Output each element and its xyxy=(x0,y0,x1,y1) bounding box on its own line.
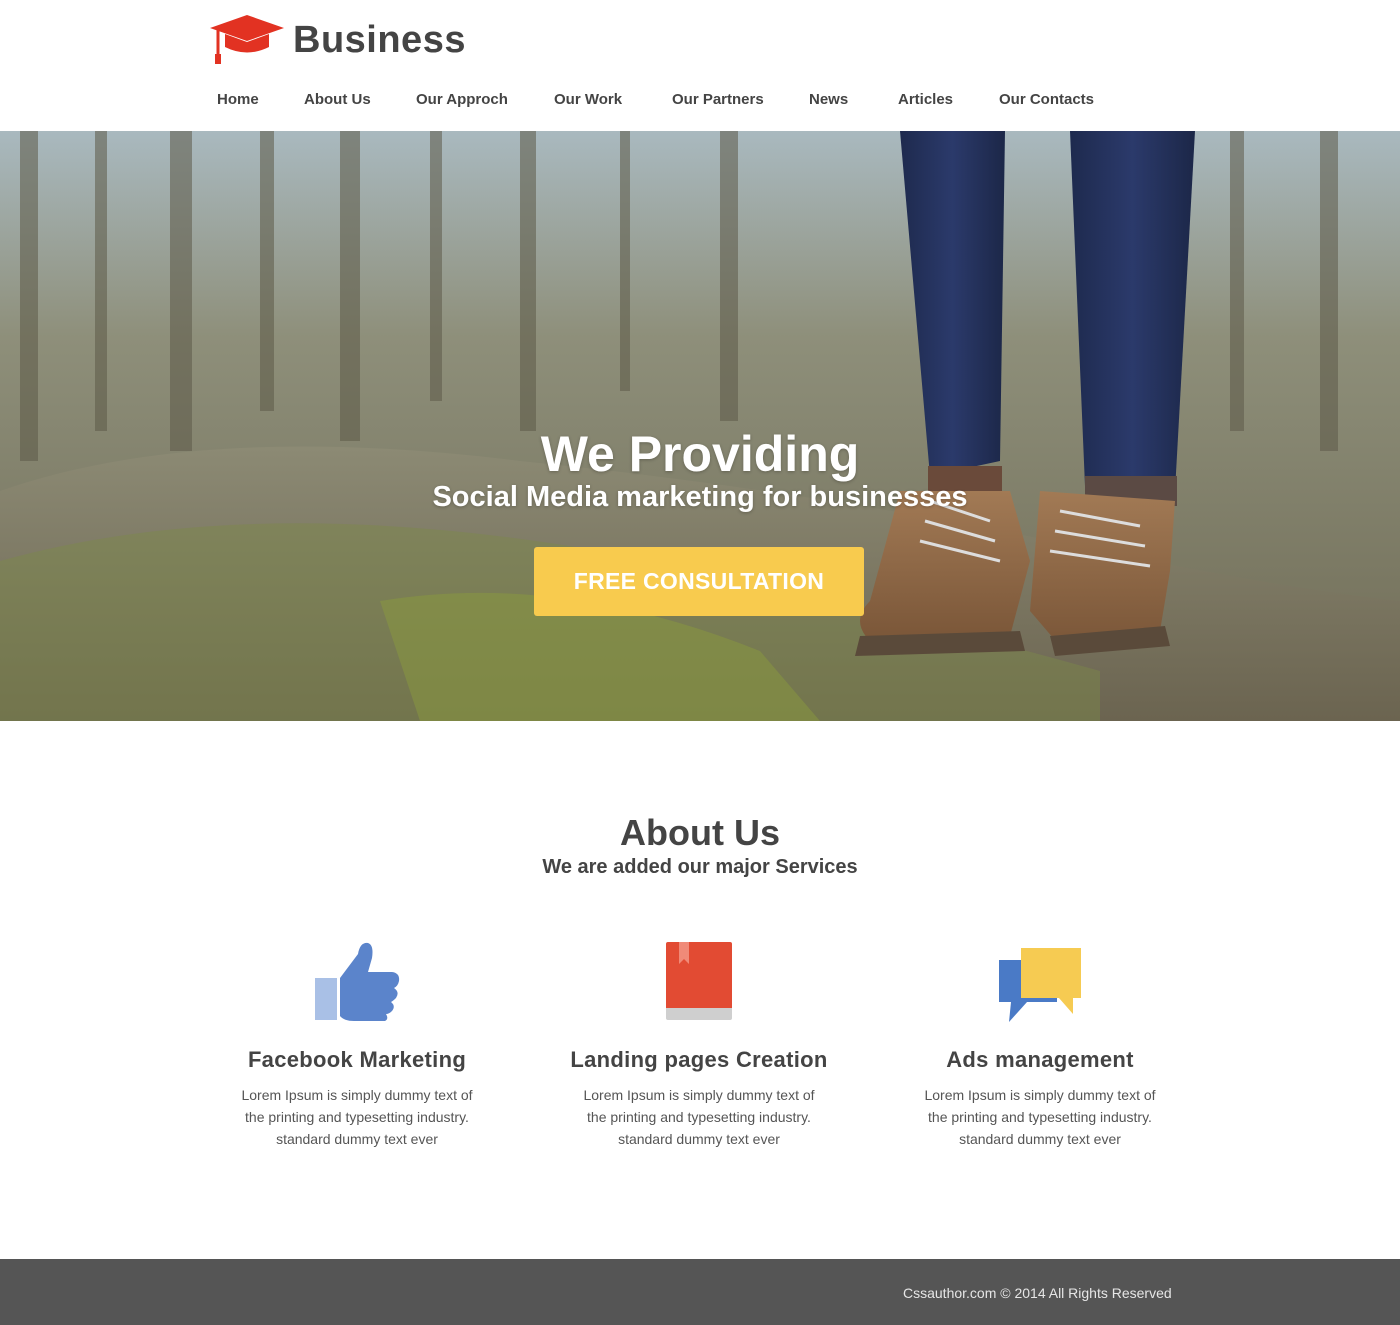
graduation-cap-icon xyxy=(210,14,285,66)
service-card-facebook-marketing: Facebook Marketing Lorem Ipsum is simply… xyxy=(207,940,507,1150)
nav-item-our-partners[interactable]: Our Partners xyxy=(672,91,764,108)
service-title: Ads management xyxy=(946,1047,1134,1072)
hero-title: We Providing xyxy=(540,426,860,482)
free-consultation-button[interactable]: FREE CONSULTATION xyxy=(534,547,864,616)
hero-subtitle: Social Media marketing for businesses xyxy=(432,481,968,513)
nav-item-our-work[interactable]: Our Work xyxy=(554,91,622,108)
copyright-text: Cssauthor.com © 2014 All Rights Reserved xyxy=(903,1285,1172,1301)
logo[interactable]: Business xyxy=(210,14,466,66)
site-header: Business Home About Us Our Approch Our W… xyxy=(0,0,1400,131)
service-title: Landing pages Creation xyxy=(570,1047,828,1072)
service-description: Lorem Ipsum is simply dummy text of the … xyxy=(583,1087,815,1148)
thumbs-up-icon xyxy=(314,940,400,1027)
nav-item-about-us[interactable]: About Us xyxy=(304,91,371,108)
main-nav: Home About Us Our Approch Our Work Our P… xyxy=(217,91,1217,111)
nav-item-articles[interactable]: Articles xyxy=(898,91,953,108)
book-icon xyxy=(665,940,733,1027)
service-card-landing-pages-creation: Landing pages Creation Lorem Ipsum is si… xyxy=(549,940,849,1150)
about-title: About Us xyxy=(620,812,780,853)
site-footer: Cssauthor.com © 2014 All Rights Reserved xyxy=(0,1259,1400,1325)
service-description: Lorem Ipsum is simply dummy text of the … xyxy=(241,1087,473,1148)
nav-item-home[interactable]: Home xyxy=(217,91,259,108)
nav-item-our-contacts[interactable]: Our Contacts xyxy=(999,91,1094,108)
nav-item-our-approch[interactable]: Our Approch xyxy=(416,91,508,108)
chat-bubbles-icon xyxy=(997,940,1083,1029)
service-title: Facebook Marketing xyxy=(247,1047,467,1072)
nav-item-news[interactable]: News xyxy=(809,91,848,108)
service-card-ads-management: Ads management Lorem Ipsum is simply dum… xyxy=(890,940,1190,1150)
brand-name: Business xyxy=(293,19,466,61)
hero-banner: We Providing Social Media marketing for … xyxy=(0,131,1400,721)
about-subtitle: We are added our major Services xyxy=(542,856,858,878)
service-description: Lorem Ipsum is simply dummy text of the … xyxy=(924,1087,1156,1148)
